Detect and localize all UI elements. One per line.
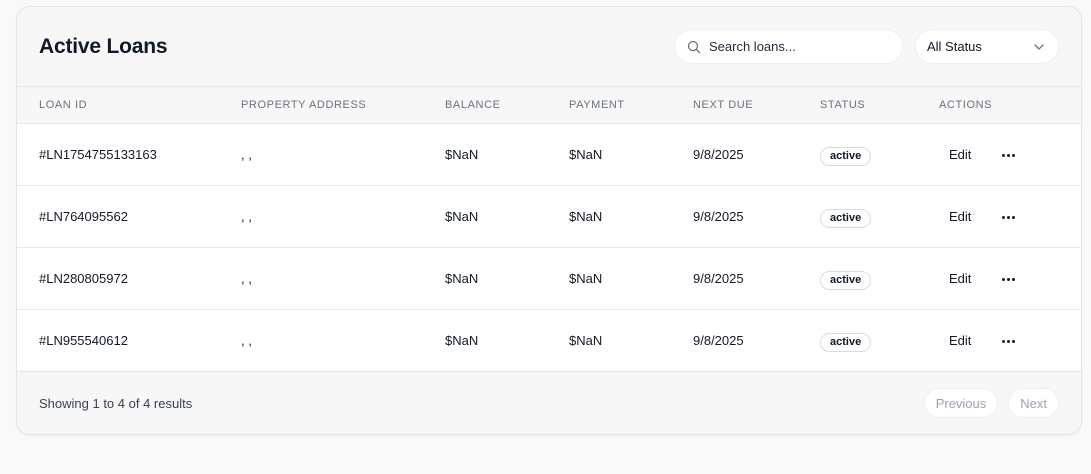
table-row: #LN1754755133163 , , $NaN $NaN 9/8/2025 … [17,124,1081,186]
status-badge: active [820,209,872,228]
loan-id-cell: #LN280805972 [39,271,128,286]
search-input[interactable] [709,39,889,54]
more-horizontal-icon [1001,153,1015,157]
more-horizontal-icon [1001,277,1015,281]
search-box[interactable] [674,29,903,64]
balance-cell: $NaN [445,209,479,224]
balance-cell: $NaN [445,147,479,162]
column-header-loan-id: LOAN ID [39,99,88,111]
next-due-cell: 9/8/2025 [693,271,744,286]
balance-cell: $NaN [445,333,479,348]
table-body: #LN1754755133163 , , $NaN $NaN 9/8/2025 … [17,124,1081,372]
more-actions-button[interactable] [995,328,1021,354]
column-header-property-address: PROPERTY ADDRESS [241,99,367,111]
pagination: Previous Next [923,388,1059,418]
property-address-cell: , , [241,209,252,224]
payment-cell: $NaN [569,333,603,348]
column-header-next-due: NEXT DUE [693,99,754,111]
loan-id-cell: #LN955540612 [39,333,128,348]
status-badge: active [820,147,872,166]
table-row: #LN280805972 , , $NaN $NaN 9/8/2025 acti… [17,248,1081,310]
status-badge: active [820,271,872,290]
balance-cell: $NaN [445,271,479,286]
property-address-cell: , , [241,147,252,162]
chevron-down-icon [1034,43,1044,50]
payment-cell: $NaN [569,209,603,224]
previous-page-button[interactable]: Previous [923,388,999,418]
next-page-button[interactable]: Next [1008,388,1059,418]
card-header: Active Loans All Status [17,7,1081,87]
more-actions-button[interactable] [995,266,1021,292]
property-address-cell: , , [241,271,252,286]
payment-cell: $NaN [569,147,603,162]
loan-id-cell: #LN764095562 [39,209,128,224]
column-header-payment: PAYMENT [569,99,625,111]
payment-cell: $NaN [569,271,603,286]
next-due-cell: 9/8/2025 [693,147,744,162]
table-row: #LN955540612 , , $NaN $NaN 9/8/2025 acti… [17,310,1081,372]
more-horizontal-icon [1001,339,1015,343]
results-summary: Showing 1 to 4 of 4 results [39,395,193,411]
status-filter-value: All Status [927,39,982,54]
status-badge: active [820,333,872,352]
search-icon [687,40,701,53]
table-header: LOAN ID PROPERTY ADDRESS BALANCE PAYMENT… [17,87,1081,124]
edit-button[interactable]: Edit [939,142,981,168]
column-header-balance: BALANCE [445,99,501,111]
edit-button[interactable]: Edit [939,328,981,354]
active-loans-card: Active Loans All Status LOAN ID PROPERTY… [16,6,1082,435]
more-actions-button[interactable] [995,142,1021,168]
more-actions-button[interactable] [995,204,1021,230]
page-title: Active Loans [39,34,168,58]
edit-button[interactable]: Edit [939,266,981,292]
column-header-actions: ACTIONS [939,99,993,111]
table-footer: Showing 1 to 4 of 4 results Previous Nex… [17,372,1081,434]
edit-button[interactable]: Edit [939,204,981,230]
table-row: #LN764095562 , , $NaN $NaN 9/8/2025 acti… [17,186,1081,248]
status-filter-select[interactable]: All Status [915,29,1059,64]
next-due-cell: 9/8/2025 [693,333,744,348]
header-controls: All Status [674,29,1059,64]
column-header-status: STATUS [820,99,866,111]
loan-id-cell: #LN1754755133163 [39,147,157,162]
property-address-cell: , , [241,333,252,348]
next-due-cell: 9/8/2025 [693,209,744,224]
more-horizontal-icon [1001,215,1015,219]
